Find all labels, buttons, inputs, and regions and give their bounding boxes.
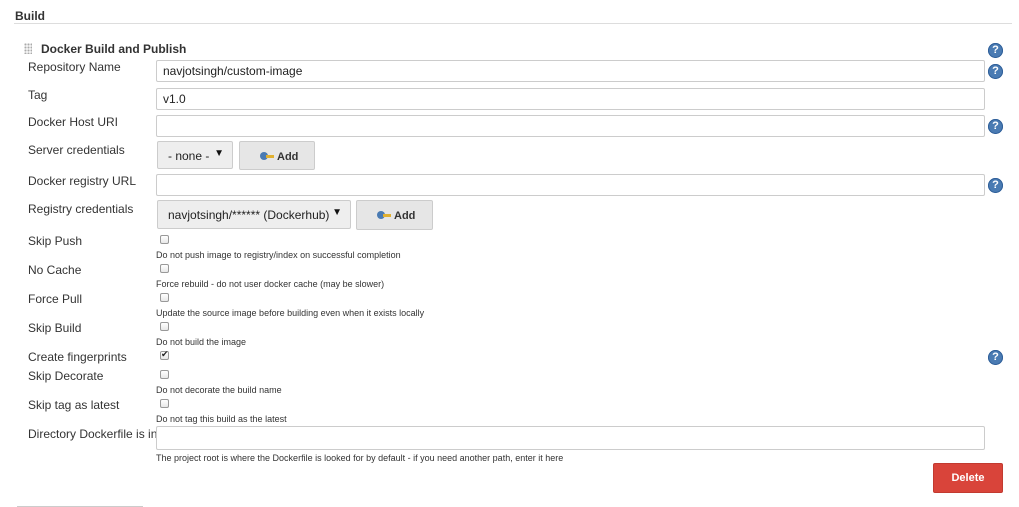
section-divider bbox=[14, 23, 1012, 24]
registry-credentials-select[interactable]: navjotsingh/****** (Dockerhub) ▼ bbox=[157, 200, 351, 229]
no-cache-description: Force rebuild - do not user docker cache… bbox=[156, 279, 385, 289]
force-pull-description: Update the source image before building … bbox=[156, 308, 425, 318]
docker-host-uri-input[interactable] bbox=[156, 115, 985, 137]
dockerfile-dir-label: Directory Dockerfile is in bbox=[28, 427, 158, 441]
block-title: Docker Build and Publish bbox=[41, 42, 187, 56]
chevron-down-icon: ▼ bbox=[332, 207, 342, 218]
skip-decorate-checkbox[interactable] bbox=[160, 370, 169, 379]
docker-registry-url-input[interactable] bbox=[156, 174, 985, 196]
force-pull-checkbox[interactable] bbox=[160, 293, 169, 302]
no-cache-label: No Cache bbox=[28, 263, 82, 277]
add-server-credentials-button[interactable]: Add bbox=[239, 141, 315, 170]
registry-credentials-value: navjotsingh/****** (Dockerhub) bbox=[168, 208, 330, 222]
docker-registry-url-label: Docker registry URL bbox=[28, 174, 137, 188]
no-cache-checkbox[interactable] bbox=[160, 264, 169, 273]
skip-decorate-description: Do not decorate the build name bbox=[156, 385, 282, 395]
skip-build-label: Skip Build bbox=[28, 321, 82, 335]
dockerfile-dir-input[interactable] bbox=[156, 426, 985, 450]
help-icon[interactable]: ? bbox=[988, 43, 1003, 58]
dockerfile-dir-description: The project root is where the Dockerfile… bbox=[156, 453, 564, 463]
skip-tag-latest-checkbox[interactable] bbox=[160, 399, 169, 408]
help-icon[interactable]: ? bbox=[988, 119, 1003, 134]
skip-push-description: Do not push image to registry/index on s… bbox=[156, 250, 401, 260]
delete-button[interactable]: Delete bbox=[933, 463, 1003, 493]
server-credentials-select[interactable]: - none - ▼ bbox=[157, 141, 233, 169]
skip-push-label: Skip Push bbox=[28, 234, 83, 248]
skip-build-description: Do not build the image bbox=[156, 337, 247, 347]
force-pull-label: Force Pull bbox=[28, 292, 83, 306]
repository-name-label: Repository Name bbox=[28, 60, 121, 74]
skip-push-checkbox[interactable] bbox=[160, 235, 169, 244]
drag-handle-icon[interactable] bbox=[24, 43, 32, 54]
skip-tag-latest-description: Do not tag this build as the latest bbox=[156, 414, 287, 424]
chevron-down-icon: ▼ bbox=[214, 148, 224, 159]
help-icon[interactable]: ? bbox=[988, 350, 1003, 365]
key-icon bbox=[260, 152, 274, 160]
help-icon[interactable]: ? bbox=[988, 178, 1003, 193]
section-title: Build bbox=[15, 9, 45, 23]
create-fingerprints-checkbox[interactable] bbox=[160, 349, 169, 360]
server-credentials-value: - none - bbox=[168, 149, 210, 163]
repository-name-input[interactable] bbox=[156, 60, 985, 82]
add-registry-credentials-button[interactable]: Add bbox=[356, 200, 433, 230]
skip-decorate-label: Skip Decorate bbox=[28, 369, 104, 383]
add-button-label: Add bbox=[277, 151, 299, 163]
skip-build-checkbox[interactable] bbox=[160, 322, 169, 331]
tag-label: Tag bbox=[28, 88, 48, 102]
skip-tag-latest-label: Skip tag as latest bbox=[28, 398, 120, 412]
key-icon bbox=[377, 211, 391, 219]
tag-input[interactable] bbox=[156, 88, 985, 110]
create-fingerprints-label: Create fingerprints bbox=[28, 350, 127, 364]
registry-credentials-label: Registry credentials bbox=[28, 202, 134, 216]
help-icon[interactable]: ? bbox=[988, 64, 1003, 79]
add-button-label: Add bbox=[394, 210, 416, 222]
server-credentials-label: Server credentials bbox=[28, 143, 125, 157]
docker-host-uri-label: Docker Host URI bbox=[28, 115, 119, 129]
